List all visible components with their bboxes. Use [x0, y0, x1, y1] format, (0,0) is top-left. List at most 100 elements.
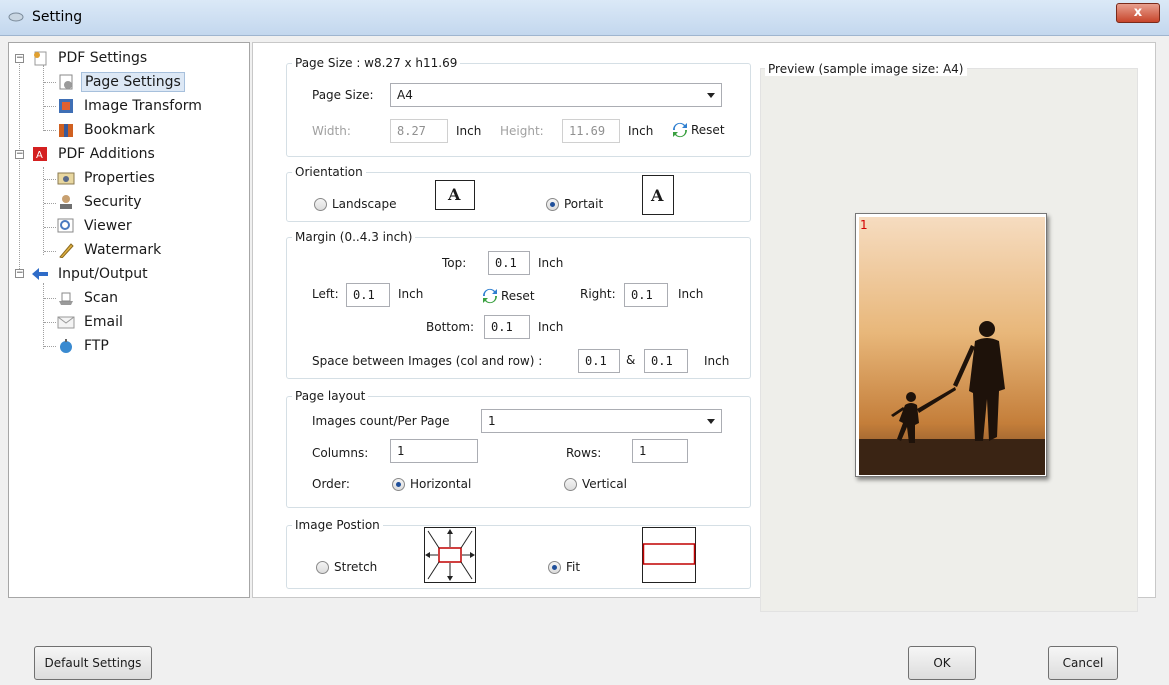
tree-item-image-transform[interactable]: Image Transform — [57, 95, 205, 117]
height-label: Height: — [500, 124, 544, 138]
images-count-value: 1 — [488, 414, 496, 428]
orientation-group-label: Orientation — [292, 165, 366, 179]
expander-input-output[interactable]: − — [15, 269, 24, 278]
refresh-icon — [672, 122, 688, 138]
margin-bottom-label: Bottom: — [426, 320, 475, 334]
expander-pdf-settings[interactable]: − — [15, 54, 24, 63]
stretch-radio-label: Stretch — [334, 560, 378, 574]
page-size-label: Page Size: — [312, 88, 374, 102]
horizontal-radio-label: Horizontal — [410, 477, 472, 491]
tree-item-pdf-additions[interactable]: A PDF Additions — [31, 143, 158, 165]
landscape-radio-label: Landscape — [332, 197, 397, 211]
tree-connector — [44, 251, 56, 252]
title-bar: Setting x — [0, 0, 1169, 36]
landscape-page-icon: A — [435, 180, 475, 210]
sample-photo-image — [859, 217, 1045, 475]
pdf-additions-icon: A — [33, 147, 47, 161]
page-size-reset-label: Reset — [691, 123, 725, 137]
page-size-group-label: Page Size : w8.27 x h11.69 — [292, 56, 461, 70]
margin-left-field[interactable]: 0.1 — [346, 283, 390, 307]
chevron-down-icon — [707, 93, 715, 98]
page-size-group — [286, 63, 751, 157]
stretch-radio-dot — [316, 560, 329, 574]
margin-top-field[interactable]: 0.1 — [488, 251, 530, 275]
app-icon — [8, 12, 24, 22]
tree-connector — [44, 298, 56, 299]
space-between-label: Space between Images (col and row) : — [312, 354, 543, 368]
ok-button[interactable]: OK — [908, 646, 976, 680]
tree-item-pdf-settings[interactable]: PDF Settings — [31, 47, 150, 69]
tree-item-security[interactable]: Security — [57, 191, 145, 213]
images-count-label: Images count/Per Page — [312, 414, 450, 428]
portrait-radio-label: Portait — [564, 197, 604, 211]
margin-top-label: Top: — [442, 256, 467, 270]
watermark-icon — [59, 243, 74, 258]
tree-item-ftp[interactable]: FTP — [57, 335, 112, 357]
landscape-radio[interactable]: Landscape — [314, 197, 396, 211]
tree-item-bookmark[interactable]: Bookmark — [57, 119, 158, 141]
space-unit: Inch — [704, 354, 730, 368]
tree-item-input-output[interactable]: Input/Output — [31, 263, 151, 285]
width-field[interactable]: 8.27 — [390, 119, 448, 143]
page-layout-group-label: Page layout — [292, 389, 369, 403]
tree-connector — [44, 346, 56, 347]
horizontal-radio[interactable]: Horizontal — [392, 477, 471, 491]
fit-radio[interactable]: Fit — [548, 560, 580, 574]
image-position-group-label: Image Postion — [292, 518, 383, 532]
email-icon — [57, 316, 75, 329]
expander-pdf-additions[interactable]: − — [15, 150, 24, 159]
margin-right-label: Right: — [580, 287, 616, 301]
horizontal-radio-dot — [392, 477, 405, 491]
tree-item-page-settings[interactable]: Page Settings — [57, 71, 185, 93]
cancel-button[interactable]: Cancel — [1048, 646, 1118, 680]
stretch-radio[interactable]: Stretch — [316, 560, 377, 574]
tree-item-scan[interactable]: Scan — [57, 287, 121, 309]
margin-reset-button[interactable]: Reset — [482, 288, 535, 304]
fit-radio-dot — [548, 560, 561, 574]
portrait-radio[interactable]: Portait — [546, 197, 603, 211]
margin-top-unit: Inch — [538, 256, 564, 270]
tree-item-watermark[interactable]: Watermark — [57, 239, 164, 261]
margin-bottom-field[interactable]: 0.1 — [484, 315, 530, 339]
rows-label: Rows: — [566, 446, 602, 460]
page-size-reset-button[interactable]: Reset — [672, 122, 725, 138]
tree-item-viewer[interactable]: Viewer — [57, 215, 135, 237]
tree-connector — [44, 130, 56, 131]
default-settings-button[interactable]: Default Settings — [34, 646, 152, 680]
page-settings-icon — [59, 74, 73, 90]
security-icon — [60, 195, 72, 209]
tree-item-email[interactable]: Email — [57, 311, 126, 333]
landscape-page-glyph: A — [448, 185, 461, 204]
margin-bottom-unit: Inch — [538, 320, 564, 334]
close-button[interactable]: x — [1116, 3, 1160, 23]
properties-icon — [57, 172, 75, 185]
height-field[interactable]: 11.69 — [562, 119, 620, 143]
images-count-dropdown[interactable]: 1 — [481, 409, 722, 433]
refresh-icon — [482, 288, 498, 304]
columns-field[interactable]: 1 — [390, 439, 478, 463]
space-col-field[interactable]: 0.1 — [578, 349, 620, 373]
portrait-page-icon: A — [642, 175, 674, 215]
ftp-icon — [60, 339, 72, 353]
page-size-value: A4 — [397, 88, 413, 102]
margin-group-label: Margin (0..4.3 inch) — [292, 230, 416, 244]
tree-connector — [19, 59, 20, 271]
margin-right-field[interactable]: 0.1 — [624, 283, 668, 307]
space-row-field[interactable]: 0.1 — [644, 349, 688, 373]
tree-connector — [43, 167, 44, 255]
vertical-radio[interactable]: Vertical — [564, 477, 627, 491]
viewer-icon — [57, 218, 74, 233]
tree-connector — [43, 283, 44, 349]
page-size-dropdown[interactable]: A4 — [390, 83, 722, 107]
tree-connector — [44, 203, 56, 204]
bookmark-icon — [59, 124, 73, 137]
width-unit: Inch — [456, 124, 482, 138]
tree-item-properties[interactable]: Properties — [57, 167, 158, 189]
tree-connector — [44, 179, 56, 180]
height-unit: Inch — [628, 124, 654, 138]
rows-field[interactable]: 1 — [632, 439, 688, 463]
scan-icon — [59, 292, 73, 305]
landscape-radio-dot — [314, 197, 327, 211]
margin-left-unit: Inch — [398, 287, 424, 301]
tree-connector — [44, 82, 56, 83]
